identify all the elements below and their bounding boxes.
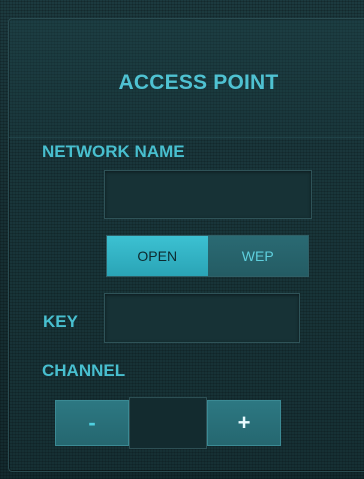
- channel-increment-button[interactable]: +: [207, 400, 281, 446]
- security-option-wep[interactable]: WEP: [207, 236, 308, 276]
- channel-stepper: - +: [55, 397, 281, 449]
- channel-label: CHANNEL: [42, 361, 126, 380]
- network-name-input[interactable]: [105, 171, 311, 218]
- panel-title: ACCESS POINT: [118, 71, 279, 94]
- network-name-field[interactable]: [104, 170, 312, 219]
- key-label: KEY: [43, 312, 78, 331]
- network-name-label: NETWORK NAME: [42, 142, 185, 161]
- channel-decrement-button[interactable]: -: [55, 400, 129, 446]
- channel-value: [129, 397, 207, 449]
- key-input[interactable]: [105, 294, 299, 342]
- security-mode-selector[interactable]: OPEN WEP: [106, 235, 309, 277]
- app-screen: ACCESS POINT NETWORK NAME OPEN WEP KEY C…: [0, 0, 364, 479]
- security-option-open[interactable]: OPEN: [107, 236, 208, 276]
- key-field[interactable]: [104, 293, 300, 343]
- panel-header: ACCESS POINT: [9, 19, 364, 138]
